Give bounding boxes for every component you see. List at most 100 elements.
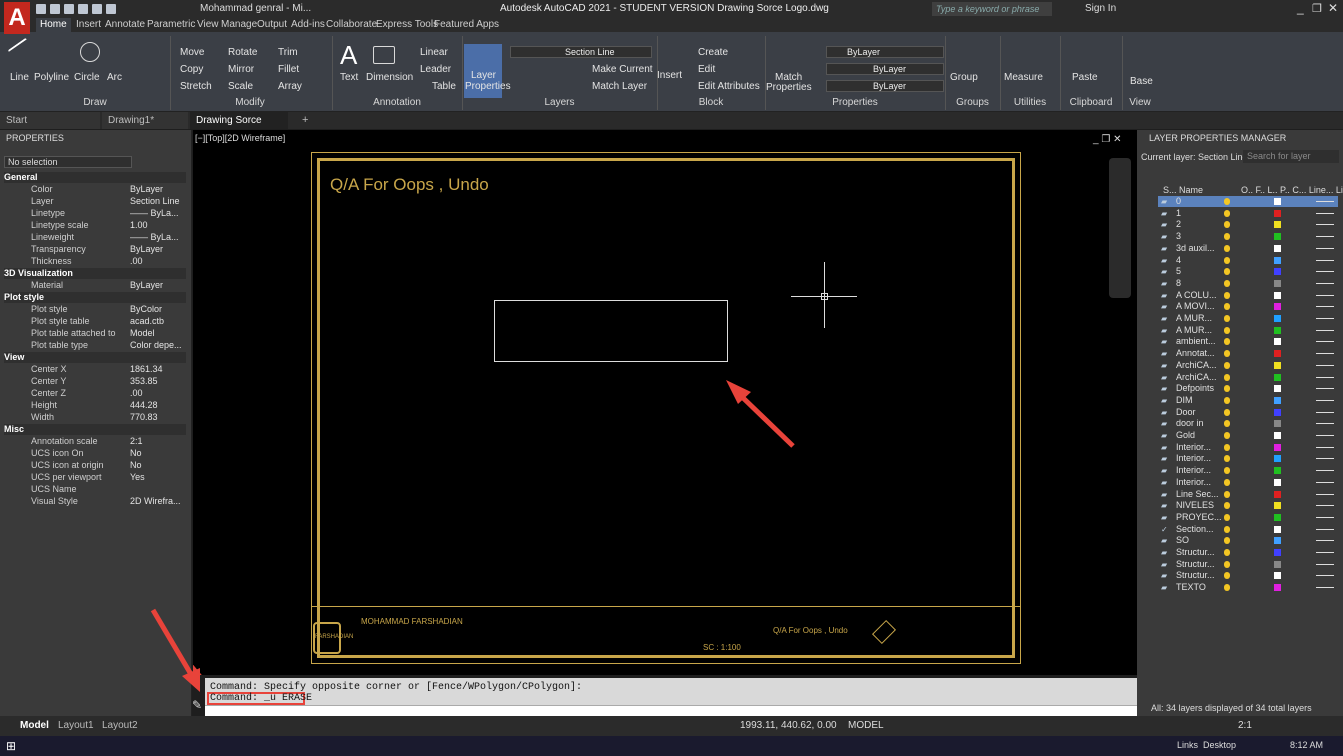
layer-name[interactable]: 2 xyxy=(1176,219,1181,230)
layer-name[interactable]: A COLU... xyxy=(1176,290,1217,301)
layer-name[interactable]: 1 xyxy=(1176,208,1181,219)
layer-color-swatch[interactable] xyxy=(1274,244,1281,252)
sign-in-button[interactable]: Sign In xyxy=(1085,3,1116,14)
layer-name[interactable]: Interior... xyxy=(1176,453,1211,464)
layer-row[interactable]: ▰ 0 xyxy=(1158,196,1338,207)
layer-lineweight[interactable] xyxy=(1316,399,1334,401)
selection-dropdown[interactable]: No selection xyxy=(4,156,132,168)
property-row[interactable]: UCS icon at origin No xyxy=(0,460,188,471)
property-row[interactable]: Plot style ByColor xyxy=(0,304,188,315)
layer-row[interactable]: ▰ Interior... xyxy=(1158,477,1338,488)
property-value[interactable]: 1861.34 xyxy=(130,364,186,375)
property-row[interactable]: UCS icon On No xyxy=(0,448,188,459)
layer-on-icon[interactable] xyxy=(1224,420,1230,428)
layer-row[interactable]: ▰ TEXTO xyxy=(1158,582,1338,593)
layer-lineweight[interactable] xyxy=(1316,540,1334,542)
close-icon[interactable]: ✕ xyxy=(1328,1,1338,15)
layer-color-swatch[interactable] xyxy=(1274,256,1281,264)
layer-color-swatch[interactable] xyxy=(1274,233,1281,241)
property-row[interactable]: Width 770.83 xyxy=(0,412,188,423)
layer-color-swatch[interactable] xyxy=(1274,478,1281,486)
layer-row[interactable]: ▰ door in xyxy=(1158,418,1338,429)
layer-on-icon[interactable] xyxy=(1224,572,1230,580)
property-row[interactable]: Center X 1861.34 xyxy=(0,364,188,375)
layer-row[interactable]: ▰ Interior... xyxy=(1158,442,1338,453)
layer-row[interactable]: ▰ A MOVI... xyxy=(1158,301,1338,312)
layer-name[interactable]: TEXTO xyxy=(1176,582,1206,593)
property-row[interactable]: Linetype scale 1.00 xyxy=(0,220,188,231)
layer-on-icon[interactable] xyxy=(1224,549,1230,556)
property-row[interactable]: Visual Style 2D Wirefra... xyxy=(0,496,188,507)
tab-start[interactable]: Start xyxy=(0,112,100,129)
create-block-button[interactable]: Create xyxy=(698,47,728,58)
panel-groups-title[interactable]: Groups xyxy=(945,96,1000,110)
property-row[interactable]: Plot style table acad.ctb xyxy=(0,316,188,327)
property-row[interactable]: Plot table type Color depe... xyxy=(0,340,188,351)
layer-lineweight[interactable] xyxy=(1316,329,1334,331)
property-value[interactable]: —— ByLa... xyxy=(130,232,186,243)
layer-on-icon[interactable] xyxy=(1224,244,1230,252)
command-input[interactable] xyxy=(205,705,1137,716)
layer-name[interactable]: DIM xyxy=(1176,395,1193,406)
make-current-button[interactable]: Make Current xyxy=(592,64,653,75)
layer-on-icon[interactable] xyxy=(1224,408,1230,416)
property-row[interactable]: Thickness .00 xyxy=(0,256,188,267)
quick-access-toolbar[interactable] xyxy=(36,4,120,14)
col-status[interactable]: S... xyxy=(1163,185,1177,195)
layer-lineweight[interactable] xyxy=(1316,364,1334,366)
layer-color-swatch[interactable] xyxy=(1274,268,1281,276)
layer-lineweight[interactable] xyxy=(1316,493,1334,495)
layer-row[interactable]: ▰ Structur... xyxy=(1158,570,1338,581)
layer-name[interactable]: 5 xyxy=(1176,266,1181,277)
col-name[interactable]: Name xyxy=(1179,185,1203,195)
layer-name[interactable]: 8 xyxy=(1176,278,1181,289)
edit-block-button[interactable]: Edit xyxy=(698,64,715,75)
coordinates-readout[interactable]: 1993.11, 440.62, 0.00 xyxy=(740,720,837,731)
panel-view-title[interactable]: View xyxy=(1120,96,1160,110)
autocad-logo-icon[interactable]: A xyxy=(4,2,30,34)
property-row[interactable]: Height 444.28 xyxy=(0,400,188,411)
layer-row[interactable]: ▰ 1 xyxy=(1158,208,1338,219)
layer-lineweight[interactable] xyxy=(1316,282,1334,284)
layer-row[interactable]: ▰ Defpoints xyxy=(1158,383,1338,394)
layer-row[interactable]: ▰ Structur... xyxy=(1158,559,1338,570)
layer-on-icon[interactable] xyxy=(1224,303,1230,311)
layer-color-swatch[interactable] xyxy=(1274,326,1281,334)
layer-row[interactable]: ✓ Section... xyxy=(1158,524,1338,535)
layer-on-icon[interactable] xyxy=(1224,385,1230,393)
layer-on-icon[interactable] xyxy=(1224,432,1230,439)
layer-name[interactable]: PROYEC... xyxy=(1176,512,1222,523)
layer-lineweight[interactable] xyxy=(1316,528,1334,530)
tab-parametric[interactable]: Parametric xyxy=(143,18,199,32)
copy-button[interactable]: Copy xyxy=(180,64,203,75)
layer-lineweight[interactable] xyxy=(1316,481,1334,483)
layer-color-swatch[interactable] xyxy=(1274,549,1281,556)
layer-color-swatch[interactable] xyxy=(1274,279,1281,287)
property-row[interactable]: Layer Section Line xyxy=(0,196,188,207)
layer-color-swatch[interactable] xyxy=(1274,572,1281,580)
layer-row[interactable]: ▰ Door xyxy=(1158,407,1338,418)
layer-row[interactable]: ▰ A MUR... xyxy=(1158,313,1338,324)
layer-on-icon[interactable] xyxy=(1224,490,1230,498)
layer-color-swatch[interactable] xyxy=(1274,467,1281,475)
property-row[interactable]: UCS per viewport Yes xyxy=(0,472,188,483)
layer-name[interactable]: ArchiCA... xyxy=(1176,360,1217,371)
match-layer-button[interactable]: Match Layer xyxy=(592,81,647,92)
layer-on-icon[interactable] xyxy=(1224,502,1230,510)
layer-lineweight[interactable] xyxy=(1316,353,1334,355)
layer-row[interactable]: ▰ A COLU... xyxy=(1158,290,1338,301)
layer-color-swatch[interactable] xyxy=(1274,373,1281,381)
layer-color-swatch[interactable] xyxy=(1274,537,1281,545)
property-value[interactable]: 444.28 xyxy=(130,400,186,411)
layer-name[interactable]: Line Sec... xyxy=(1176,489,1219,500)
arc-button[interactable]: Arc xyxy=(107,72,122,83)
text-icon[interactable]: A xyxy=(340,40,357,71)
dimension-icon[interactable] xyxy=(373,46,395,64)
circle-icon[interactable] xyxy=(80,42,100,62)
property-row[interactable]: Lineweight —— ByLa... xyxy=(0,232,188,243)
layer-color-swatch[interactable] xyxy=(1274,291,1281,299)
layer-row[interactable]: ▰ 5 xyxy=(1158,266,1338,277)
layer-color-swatch[interactable] xyxy=(1274,525,1281,533)
layer-color-swatch[interactable] xyxy=(1274,338,1281,346)
scale-button[interactable]: Scale xyxy=(228,81,253,92)
